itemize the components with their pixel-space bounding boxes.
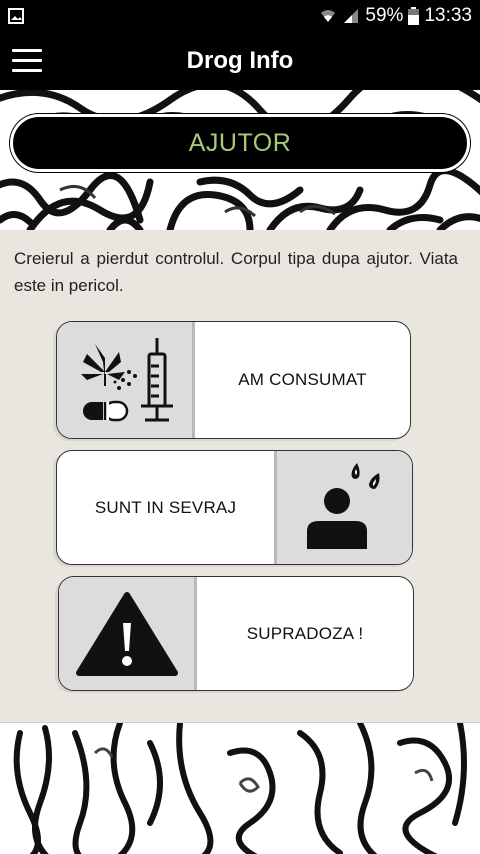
battery-icon: [408, 7, 420, 25]
intro-text: Creierul a pierdut controlul. Corpul tip…: [14, 249, 458, 295]
warning-triangle-icon: [59, 577, 197, 690]
supradoza-button[interactable]: SUPRADOZA !: [58, 576, 414, 691]
clock: 13:33: [424, 5, 472, 26]
status-bar: 59% 13:33: [0, 0, 480, 32]
battery-percent: 59%: [365, 5, 404, 26]
sunt-in-sevraj-label: SUNT IN SEVRAJ: [94, 497, 237, 517]
drugs-syringe-icon: [57, 322, 195, 438]
sweating-person-icon: [274, 451, 412, 564]
ajutor-help-button[interactable]: AJUTOR: [10, 114, 470, 172]
app-bar: Drog Info: [0, 32, 480, 90]
wifi-icon: [321, 10, 336, 22]
decorative-swirl-pattern-bottom: [0, 722, 480, 854]
app-title: Drog Info: [186, 47, 294, 74]
am-consumat-button[interactable]: AM CONSUMAT: [56, 321, 411, 439]
image-notification-icon: [8, 8, 24, 24]
signal-icon: [344, 9, 359, 23]
sunt-in-sevraj-button[interactable]: SUNT IN SEVRAJ: [56, 450, 413, 565]
supradoza-label: SUPRADOZA !: [246, 623, 364, 643]
am-consumat-label: AM CONSUMAT: [238, 370, 367, 389]
